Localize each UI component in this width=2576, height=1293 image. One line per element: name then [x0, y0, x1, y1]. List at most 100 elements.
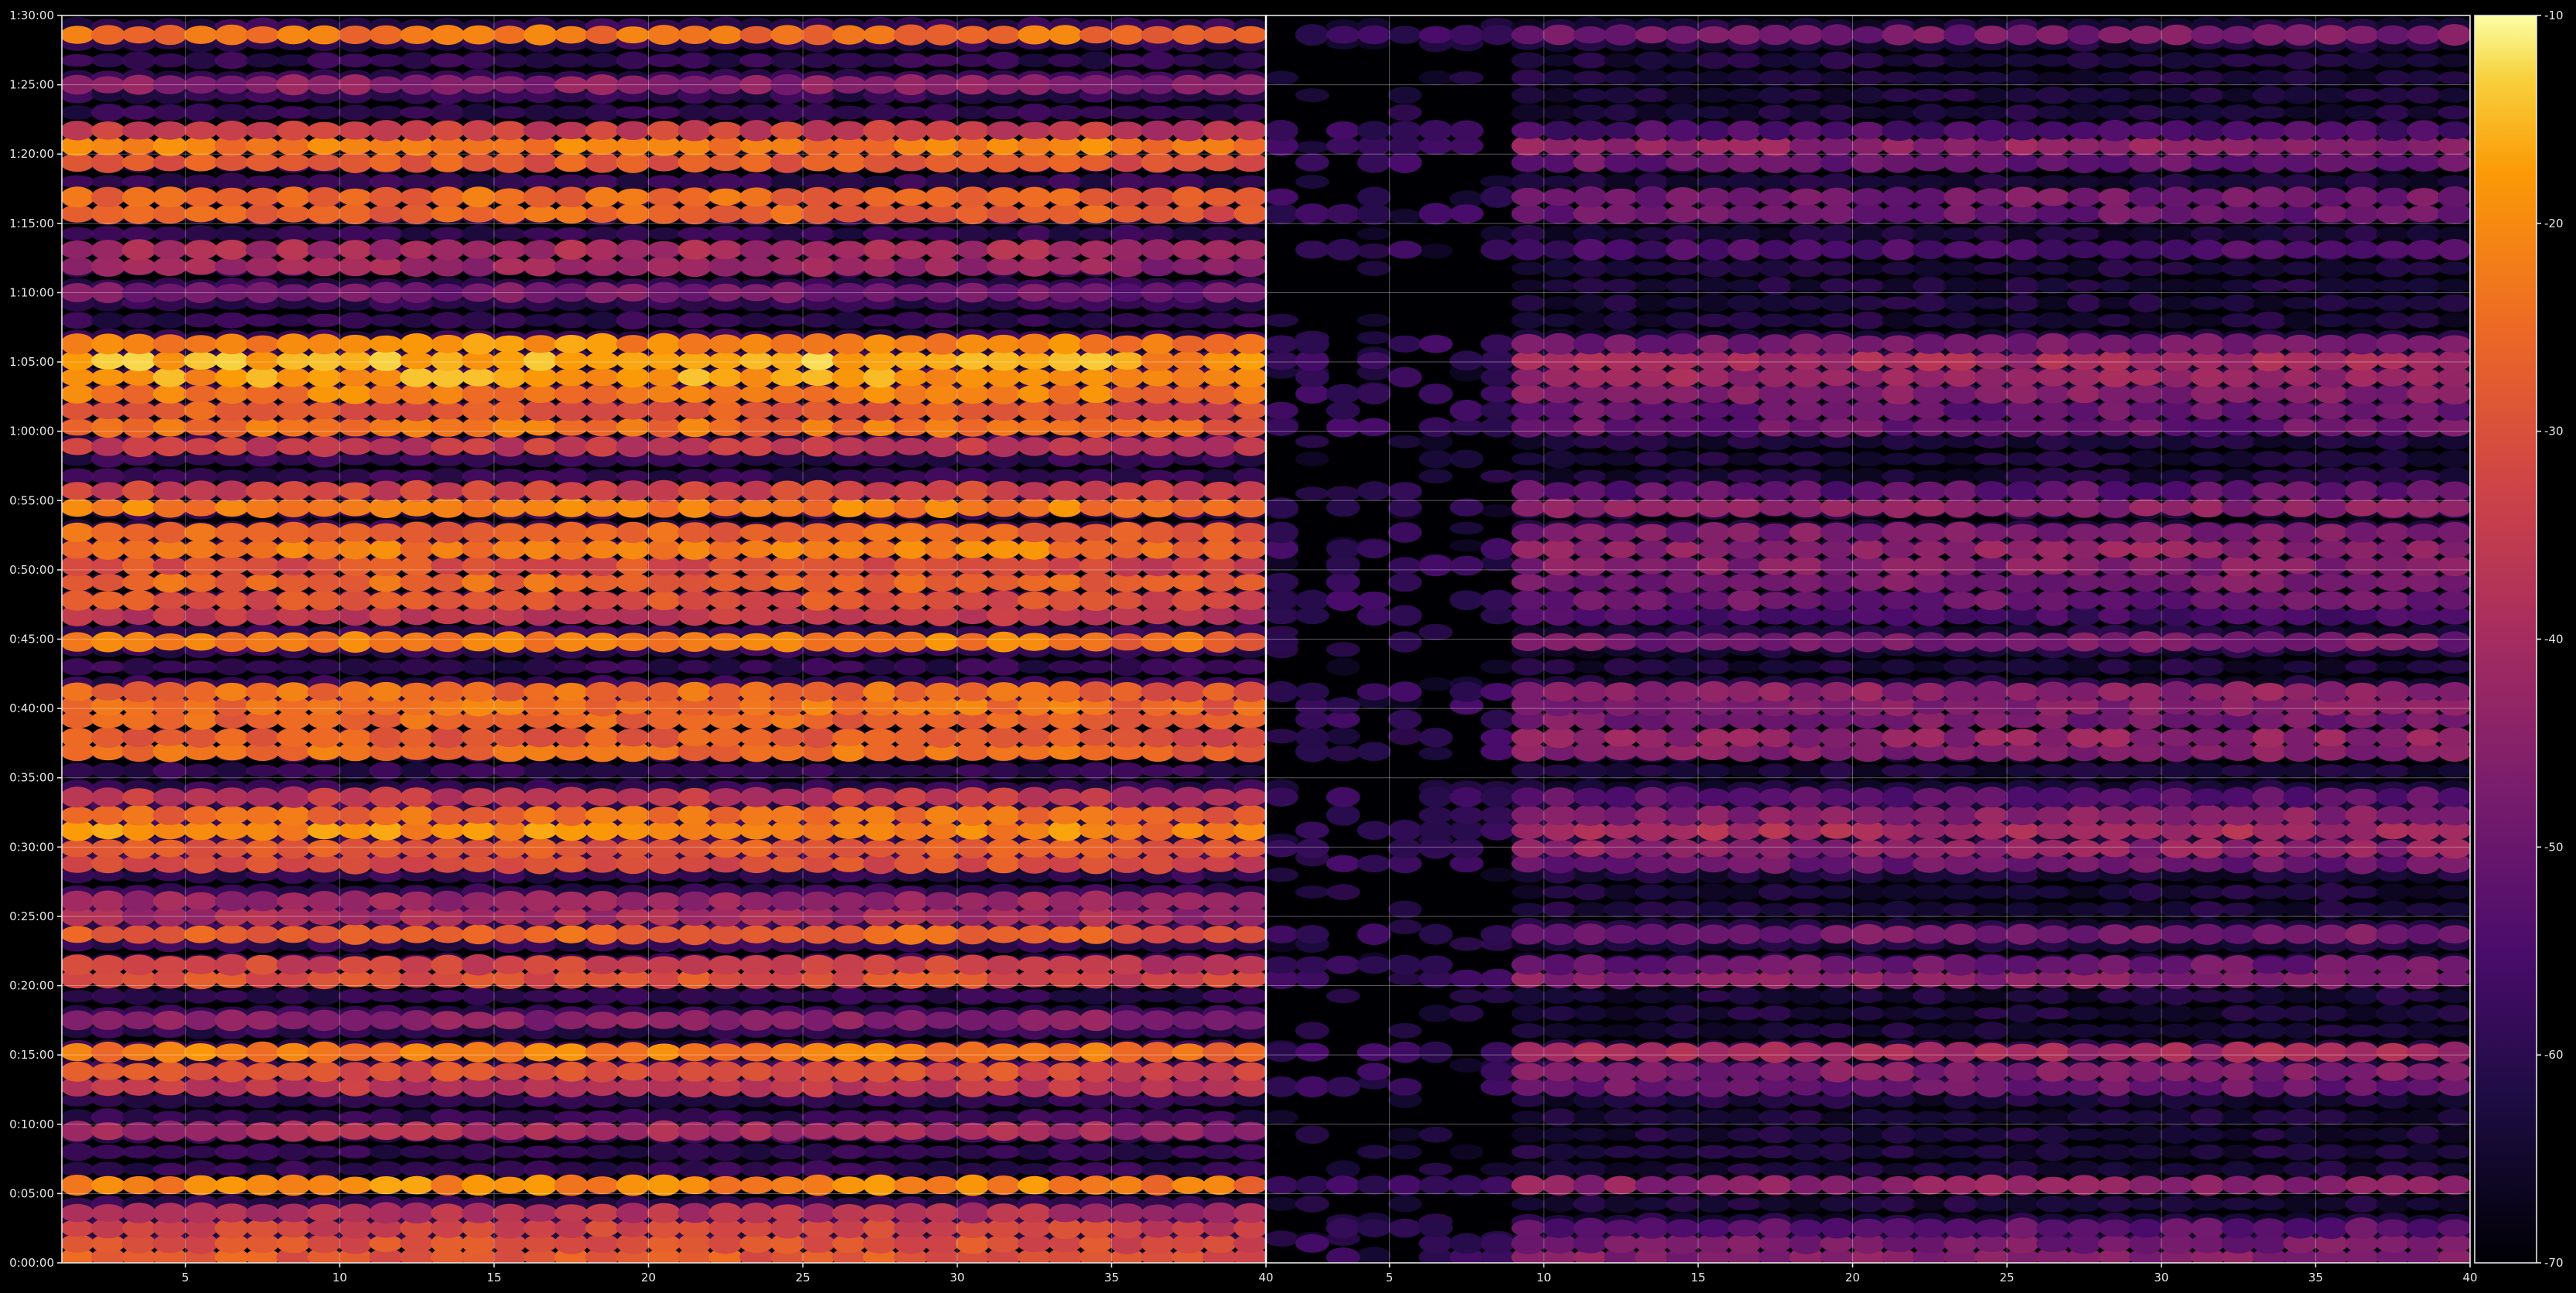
heatmap-cell — [1079, 762, 1114, 780]
heatmap-cell — [90, 631, 125, 653]
heatmap-cell — [62, 175, 94, 189]
heatmap-cell — [121, 401, 156, 420]
heatmap-cell — [1079, 368, 1114, 387]
heatmap-cell — [1172, 838, 1206, 858]
heatmap-cell — [400, 682, 435, 701]
heatmap-cell — [307, 631, 342, 653]
heatmap-cell — [616, 26, 650, 44]
heatmap-cell — [214, 1060, 249, 1083]
heatmap-cell — [492, 188, 527, 206]
heatmap-cell — [677, 681, 712, 702]
heatmap-cell — [214, 1120, 249, 1142]
heatmap-cell — [1017, 1062, 1052, 1082]
heatmap-cell — [152, 891, 187, 912]
heatmap-cell — [1048, 728, 1083, 747]
heatmap-cell — [1079, 805, 1114, 825]
heatmap-cell — [770, 314, 805, 327]
heatmap-cell — [616, 121, 650, 140]
heatmap-cell — [1172, 186, 1206, 208]
heatmap-cell — [739, 401, 774, 419]
heatmap-cell — [986, 590, 1021, 610]
heatmap-cell — [924, 1160, 959, 1179]
heatmap-cell — [1048, 573, 1083, 592]
heatmap-cell — [183, 225, 218, 243]
heatmap-cell — [1203, 788, 1237, 806]
heatmap-cell — [739, 925, 774, 943]
heatmap-cell — [1110, 1122, 1145, 1141]
heatmap-cell — [739, 1162, 774, 1177]
heatmap-cell — [1110, 1162, 1145, 1177]
heatmap-cell — [1079, 334, 1114, 354]
heatmap-cell — [1048, 633, 1083, 651]
heatmap-cell — [400, 1202, 435, 1224]
heatmap-cell — [955, 682, 990, 701]
heatmap-cell — [307, 482, 342, 500]
heatmap-cell — [677, 660, 712, 674]
heatmap-cell — [276, 54, 311, 67]
heatmap-cell — [924, 120, 959, 141]
heatmap-cell — [616, 1012, 650, 1029]
heatmap-cell — [152, 660, 187, 674]
heatmap-cell — [893, 631, 928, 653]
heatmap-cell — [62, 658, 94, 676]
heatmap-cell — [863, 187, 897, 207]
heatmap-cell — [739, 152, 774, 172]
heatmap-cell — [152, 1011, 187, 1030]
heatmap-cell — [1233, 557, 1266, 575]
heatmap-cell — [739, 1062, 774, 1081]
heatmap-cell — [986, 787, 1021, 807]
heatmap-cell — [1017, 1144, 1052, 1160]
heatmap-cell — [955, 658, 990, 676]
heatmap-cell — [801, 186, 836, 207]
heatmap-cell — [955, 764, 990, 778]
heatmap-cell — [462, 1162, 496, 1176]
heatmap-cell — [585, 1012, 619, 1029]
heatmap-cell — [986, 187, 1021, 207]
heatmap-cell — [62, 1061, 94, 1082]
heatmap-cell — [647, 333, 681, 355]
heatmap-cell — [492, 763, 527, 779]
heatmap-cell — [770, 989, 805, 1003]
heatmap-cell — [893, 591, 928, 610]
heatmap-cell — [708, 153, 743, 172]
heatmap-cell — [183, 335, 218, 353]
heatmap-cell — [276, 728, 311, 748]
heatmap-cell — [893, 383, 928, 405]
heatmap-cell — [708, 924, 743, 945]
heatmap-cell — [338, 988, 373, 1004]
heatmap-cell — [955, 838, 990, 859]
heatmap-cell — [1233, 104, 1266, 121]
heatmap-cell — [616, 240, 650, 260]
heatmap-cell — [276, 314, 311, 327]
heatmap-cell — [770, 173, 805, 191]
heatmap-cell — [523, 787, 558, 807]
heatmap-cell — [924, 435, 959, 458]
heatmap-cell — [770, 1144, 805, 1160]
heatmap-cell — [121, 1162, 156, 1176]
heatmap-cell — [770, 606, 805, 625]
heatmap-cell — [801, 924, 836, 944]
heatmap-cell — [863, 540, 897, 558]
heatmap-cell — [338, 1176, 373, 1194]
heatmap-cell — [801, 400, 836, 421]
heatmap-cell — [121, 1077, 156, 1096]
heatmap-cell — [708, 437, 743, 455]
heatmap-cell — [1079, 787, 1114, 807]
heatmap-cell — [677, 1143, 712, 1162]
heatmap-cell — [616, 418, 650, 437]
heatmap-cell — [1172, 226, 1206, 242]
heatmap-cell — [1172, 1203, 1206, 1223]
heatmap-cell — [90, 683, 125, 701]
heatmap-cell — [893, 523, 928, 542]
heatmap-cell — [492, 1203, 527, 1223]
heatmap-cell — [276, 555, 311, 576]
heatmap-cell — [276, 367, 311, 387]
heatmap-cell — [647, 1142, 681, 1162]
heatmap-cell — [183, 258, 218, 275]
heatmap-cell — [431, 727, 465, 749]
heatmap-cell — [924, 591, 959, 610]
heatmap-cell — [1172, 1043, 1206, 1061]
heatmap-cell — [338, 468, 373, 485]
heatmap-cell — [492, 241, 527, 259]
heatmap-cell — [307, 839, 342, 858]
